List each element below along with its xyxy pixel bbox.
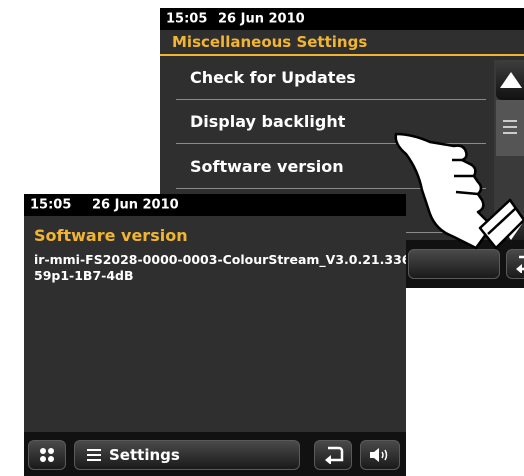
bottom-bar: Settings	[24, 432, 406, 476]
scroll-up-button[interactable]	[496, 60, 524, 100]
volume-button[interactable]	[360, 440, 400, 470]
settings-label: Settings	[109, 446, 180, 464]
page: { "back_screen": { "status": { "time": "…	[0, 0, 524, 476]
menu-item-label: Software version	[190, 157, 344, 176]
home-button[interactable]	[28, 440, 66, 470]
status-bar: 15:05 26 Jun 2010	[160, 8, 524, 30]
menu-item-label: Check for Updates	[190, 68, 356, 87]
settings-button[interactable]	[408, 249, 500, 279]
page-title: Miscellaneous Settings	[172, 33, 368, 51]
back-arrow-icon	[325, 446, 344, 464]
up-arrow-icon	[500, 72, 522, 88]
menu-icon	[87, 449, 101, 461]
menu-item-label: Display backlight	[190, 112, 346, 131]
grid-icon	[40, 448, 54, 462]
menu-item-check-updates[interactable]: Check for Updates	[176, 56, 486, 100]
status-bar: 15:05 26 Jun 2010	[24, 194, 406, 216]
back-button[interactable]	[314, 440, 352, 470]
status-time: 15:05	[166, 11, 208, 27]
pointing-hand-icon	[394, 132, 524, 250]
software-version-text: ir-mmi-FS2028-0000-0003-ColourStream_V3.…	[34, 252, 406, 283]
software-version-screen: 15:05 26 Jun 2010 Software version ir-mm…	[24, 194, 406, 476]
back-button[interactable]	[506, 249, 524, 279]
speaker-icon	[370, 448, 388, 462]
settings-button[interactable]: Settings	[74, 440, 300, 470]
back-arrow-icon	[516, 255, 524, 273]
status-time: 15:05	[30, 197, 72, 213]
status-date: 26 Jun 2010	[218, 11, 305, 27]
page-title: Software version	[34, 226, 188, 245]
status-date: 26 Jun 2010	[92, 197, 179, 213]
